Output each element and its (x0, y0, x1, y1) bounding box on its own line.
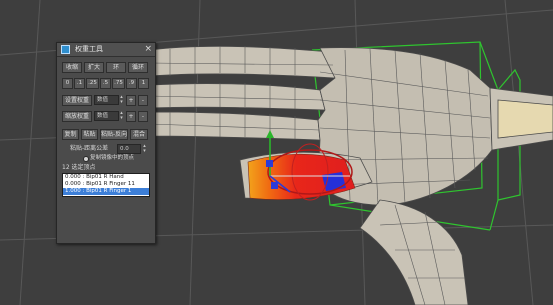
set-weight-field[interactable]: 数值 (94, 95, 119, 105)
weight-0-button[interactable]: 0 (62, 78, 73, 89)
scale-weight-minus-button[interactable]: - (138, 111, 148, 122)
grow-button[interactable]: 扩大 (84, 62, 104, 73)
weight-blue-spot (322, 172, 346, 191)
bone-weight-list[interactable]: 0.000 : Bip01 R Hand 0.000 : Bip01 R Fin… (62, 173, 150, 197)
ring-button[interactable]: 环 (106, 62, 126, 73)
set-weight-button[interactable]: 设置权重 (62, 95, 92, 106)
weight-05-button[interactable]: .5 (100, 78, 111, 89)
weight-025-button[interactable]: .25 (86, 78, 99, 89)
shrink-button[interactable]: 收缩 (62, 62, 82, 73)
weight-09-button[interactable]: .9 (126, 78, 137, 89)
set-weight-minus-button[interactable]: - (138, 95, 148, 106)
bone-list-item[interactable]: 0.000 : Bip01 R Finger 11 (63, 181, 149, 188)
panel-titlebar[interactable]: 权重工具 × (57, 43, 155, 57)
weight-01-button[interactable]: .1 (74, 78, 85, 89)
loop-button[interactable]: 循环 (128, 62, 148, 73)
weight-075-button[interactable]: .75 (112, 78, 125, 89)
set-weight-spinner[interactable]: ▴ ▾ (119, 95, 124, 105)
copy-mirror-radio[interactable] (83, 156, 89, 162)
paste-button[interactable]: 粘贴 (81, 129, 98, 140)
panel-title: 权重工具 (75, 45, 103, 53)
app-icon (61, 45, 70, 54)
set-weight-plus-button[interactable]: + (126, 95, 136, 106)
scale-weight-field[interactable]: 数值 (94, 111, 119, 121)
selected-vertex-count: 12 选定顶点 (62, 164, 96, 171)
weight-tool-panel: 权重工具 × 收缩 扩大 环 循环 0 .1 .25 .5 .75 .9 1 设… (56, 42, 156, 244)
bone-list-item-selected[interactable]: 1.000 : Bip01 R Finger 1 (63, 188, 149, 195)
copy-mirror-label: 复制镜像中的顶点 (90, 155, 135, 161)
scale-weight-plus-button[interactable]: + (126, 111, 136, 122)
copy-button[interactable]: 复制 (62, 129, 79, 140)
paste-distance-spinner[interactable]: ▴ ▾ (142, 144, 147, 154)
scale-weight-button[interactable]: 缩放权重 (62, 111, 92, 122)
scale-weight-spinner[interactable]: ▴ ▾ (119, 111, 124, 121)
weight-1-button[interactable]: 1 (138, 78, 149, 89)
blend-button[interactable]: 混合 (130, 129, 148, 140)
close-icon[interactable]: × (144, 44, 152, 55)
bone-list-item[interactable]: 0.000 : Bip01 R Hand (63, 174, 149, 181)
paste-mirror-button[interactable]: 粘贴-反向 (100, 129, 128, 140)
